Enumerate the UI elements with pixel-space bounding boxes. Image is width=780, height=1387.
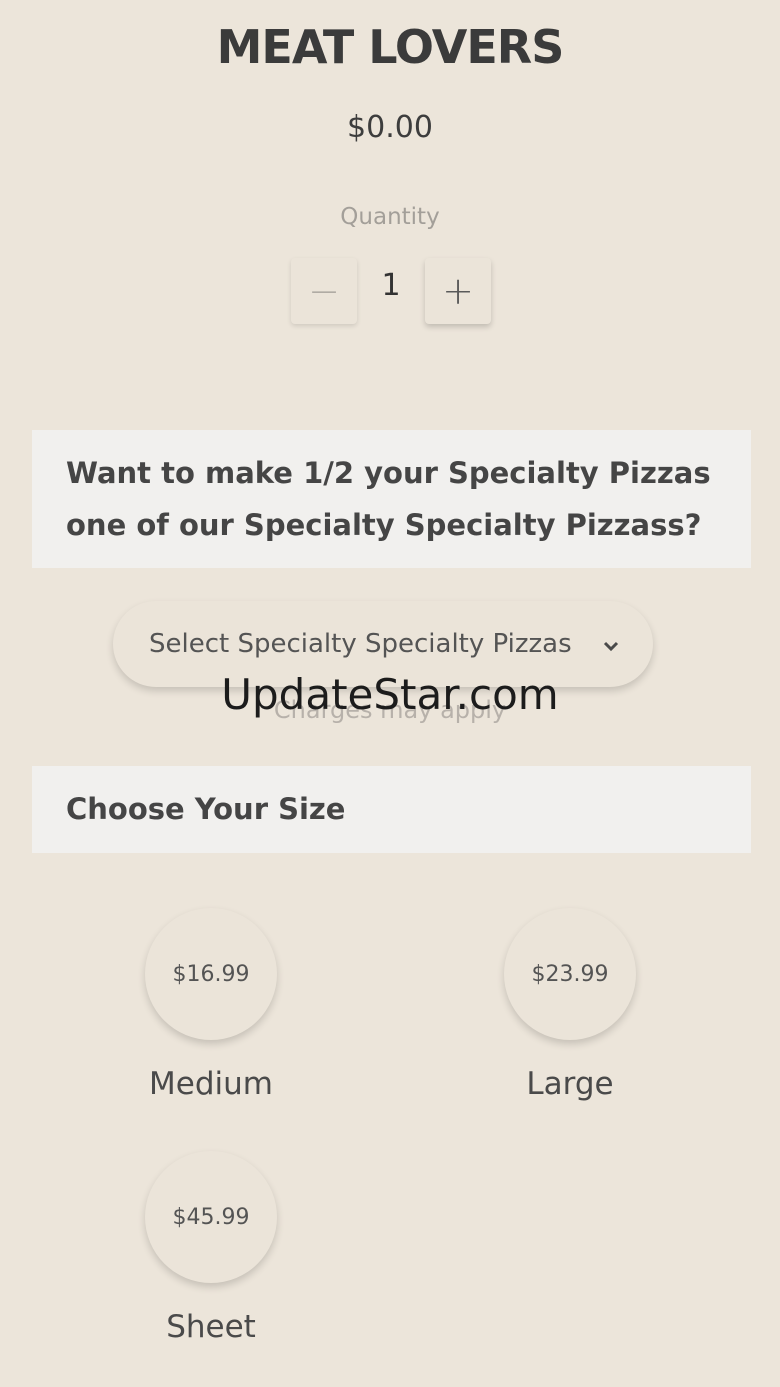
size-option-sheet[interactable]: $45.99 [145,1151,277,1283]
half-pizza-heading-line-2: one of our Specialty Specialty Pizzass? [66,508,702,542]
product-title: MEAT LOVERS [216,20,565,74]
product-price: $0.00 [347,110,433,145]
specialty-pizza-select-value: Select Specialty Specialty Pizzas [149,629,572,659]
half-pizza-heading-line-1: Want to make 1/2 your Specialty Pizzas [66,456,711,490]
size-heading: Choose Your Size [66,792,346,826]
size-option-medium[interactable]: $16.99 [145,908,277,1040]
quantity-value: 1 [381,268,401,303]
half-pizza-section-header: Want to make 1/2 your Specialty Pizzas o… [32,430,751,568]
quantity-label: Quantity [340,204,440,230]
size-label-large: Large [526,1066,614,1102]
watermark: UpdateStar.com [221,670,559,719]
size-section-header: Choose Your Size [32,766,751,853]
size-label-sheet: Sheet [166,1309,256,1345]
quantity-increment-button[interactable]: + [425,258,491,324]
quantity-decrement-button[interactable]: − [291,258,357,324]
size-option-large[interactable]: $23.99 [504,908,636,1040]
size-label-medium: Medium [149,1066,273,1102]
